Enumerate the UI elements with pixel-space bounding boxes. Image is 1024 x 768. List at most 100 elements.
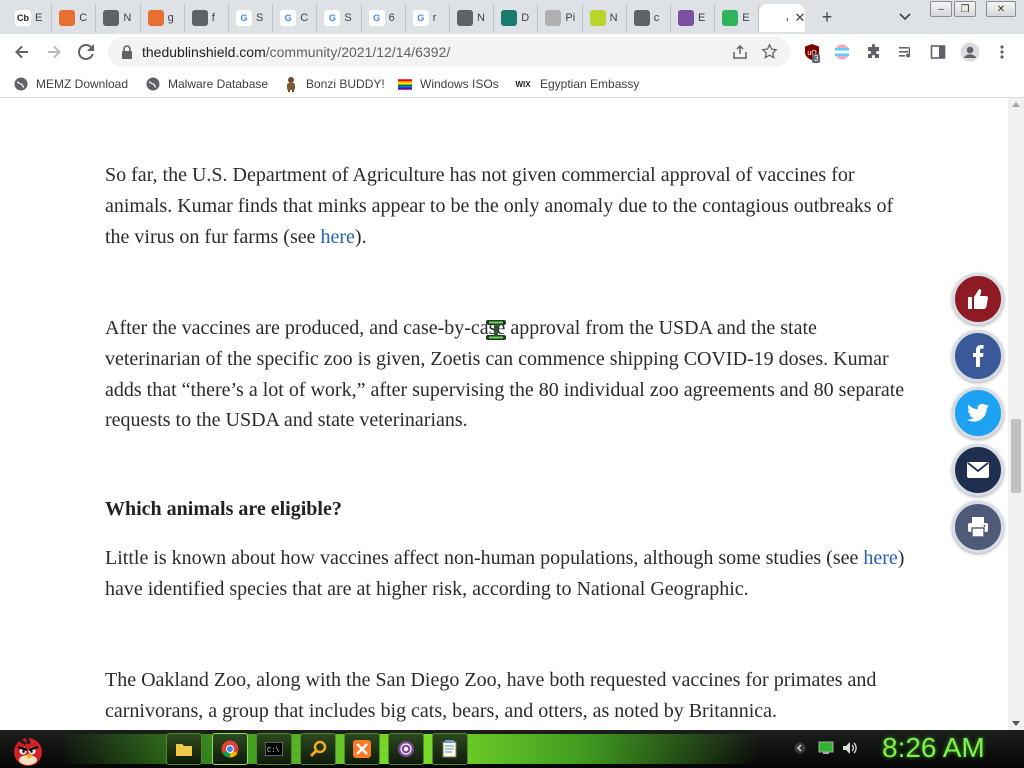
browser-tab[interactable]: G6 [362,4,406,32]
here-link[interactable]: here [863,547,897,569]
ublock-extension-icon[interactable]: uO 3 [802,42,822,63]
profile-avatar[interactable] [960,42,980,62]
tab-strip: CbECNgfGSGCGSG6GrNDPiNcEEA✕+–❐✕ [0,0,1024,34]
browser-tab[interactable]: GS [229,4,274,32]
bookmark-memz-download[interactable]: MEMZ Download [14,75,128,93]
puzzle-extensions-icon[interactable] [864,42,884,62]
scrollbar-thumb[interactable] [1011,419,1021,494]
minimize-button[interactable]: – [930,1,952,17]
tab-favicon-icon: Cb [15,10,31,26]
bookmark-bonzi-buddy[interactable]: Bonzi BUDDY! [284,75,385,93]
page-scrollbar[interactable] [1008,98,1024,730]
taskbar: C:\ 8:26 AM [0,730,1024,768]
taskbar-notepad[interactable] [432,733,468,765]
tab-title: E [698,12,706,24]
tab-search-chevron-icon[interactable] [894,6,916,28]
browser-tab[interactable]: E [671,4,716,32]
twitter-icon [967,403,989,422]
scroll-down-arrow-icon[interactable] [1012,721,1020,726]
browser-tab[interactable]: Gr [406,4,450,32]
like-button[interactable] [952,273,1004,325]
article-paragraph: The Oakland Zoo, along with the San Dieg… [105,669,877,722]
reload-button[interactable] [74,40,98,64]
print-button[interactable] [952,501,1004,553]
tab-title: N [123,12,132,24]
facebook-share-button[interactable] [952,330,1004,382]
close-window-button[interactable]: ✕ [986,1,1016,17]
menu-kebab-icon[interactable] [992,42,1012,62]
back-button[interactable] [10,40,34,64]
taskbar-file-explorer[interactable] [166,733,202,765]
paragraph-text: ). [354,225,367,248]
bookmark-windows-isos[interactable]: Windows ISOs [398,75,499,93]
twitter-share-button[interactable] [952,387,1004,439]
tab-title: r [432,12,437,24]
bookmark-star-icon[interactable] [761,43,778,63]
browser-tab[interactable]: N [450,4,495,32]
browser-tab[interactable]: Pi [538,4,583,32]
media-controls-icon[interactable] [896,42,916,62]
paragraph-text: Little is known about how vaccines affec… [105,547,864,569]
bookmark-label: Malware Database [168,77,269,91]
tab-title: A [786,12,788,24]
tab-title: f [211,12,215,24]
start-button[interactable] [8,730,48,768]
new-tab-button[interactable]: + [816,6,838,28]
browser-tab[interactable]: c [627,4,671,32]
print-icon [968,517,988,538]
section-heading: Which animals are eligible? [105,498,342,520]
tab-favicon-icon [457,10,473,26]
address-bar[interactable]: thedublinshield.com/community/2021/12/14… [108,37,790,67]
browser-tab[interactable]: Cb E [8,4,53,32]
email-share-button[interactable] [952,444,1004,496]
trans-flag-extension-icon[interactable] [832,42,852,62]
taskbar-clock[interactable]: 8:26 AM [882,732,992,766]
browser-tab[interactable]: GS [317,4,362,32]
share-page-icon[interactable] [732,44,748,63]
browser-tab[interactable]: C [52,4,97,32]
taskbar-search[interactable] [300,733,336,765]
browser-tab[interactable]: f [185,4,229,32]
tab-active[interactable]: A✕ [759,4,806,32]
browser-tab[interactable]: N [96,4,141,32]
taskbar-chrome[interactable] [212,733,248,765]
browser-tab[interactable]: N [583,4,627,32]
tab-favicon-icon [147,10,164,26]
browser-tab[interactable]: D [494,4,539,32]
bookmark-egyptian-embassy[interactable]: WIX Egyptian Embassy [514,75,639,93]
wix-icon: WIX [515,79,531,89]
taskbar-command-prompt[interactable]: C:\ [256,733,292,765]
thumbs-up-icon [968,289,989,309]
address-url[interactable]: thedublinshield.com/community/2021/12/14… [142,44,450,60]
reload-icon [78,44,94,60]
tab-title: S [344,12,352,24]
forward-button[interactable] [42,40,66,64]
side-panel-icon[interactable] [928,42,948,62]
text-cursor-icon [485,318,507,342]
scroll-up-arrow-icon[interactable] [1012,102,1020,107]
tab-favicon-icon: G [236,10,252,26]
tray-volume-icon[interactable] [842,740,858,756]
here-link[interactable]: here [321,226,355,248]
taskbar-tor-browser[interactable] [388,733,424,765]
maximize-button[interactable]: ❐ [954,1,976,17]
bookmark-malware-database[interactable]: Malware Database [146,75,268,93]
article-content: So far, the U.S. Department of Agricultu… [0,98,1008,730]
close-tab-icon[interactable]: ✕ [794,10,805,26]
tab-favicon-icon: G [324,10,341,26]
taskbar-xampp[interactable] [344,733,380,765]
address-domain: thedublinshield.com [142,44,266,60]
paragraph-text: So far, the U.S. Department of Agricultu… [105,164,894,248]
tab-title: c [653,12,660,24]
browser-tab[interactable]: E [715,4,760,32]
extension-badge: 3 [812,54,821,63]
browser-tab[interactable]: GC [273,4,318,32]
bookmarks-bar: MEMZ Download Malware Database Bonzi BUD… [0,70,1024,98]
tab-title: g [167,12,174,24]
facebook-icon [973,345,984,367]
bookmark-label: MEMZ Download [36,77,129,91]
tray-chevron-icon[interactable] [792,740,808,756]
xampp-icon [353,740,371,758]
browser-tab[interactable]: g [141,4,185,32]
tray-network-icon[interactable] [818,740,834,756]
